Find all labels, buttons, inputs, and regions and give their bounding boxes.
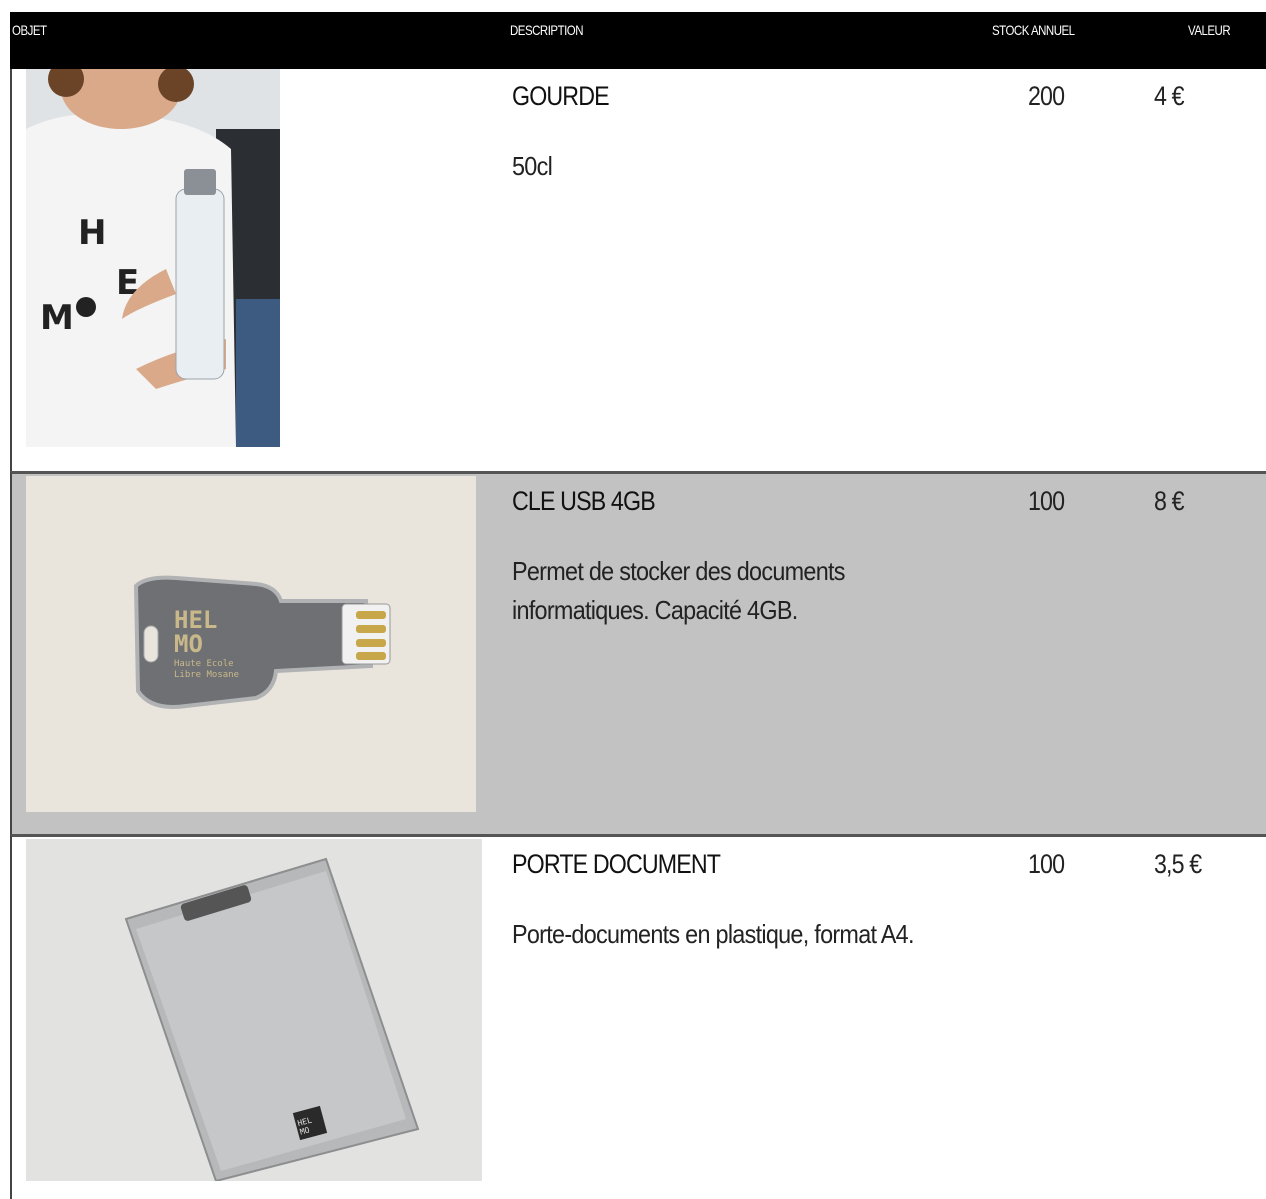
usb-key-photo: HEL MO Haute Ecole Libre Mosane	[26, 476, 476, 812]
item-description: Porte-documents en plastique, format A4.	[512, 919, 914, 949]
clipboard-photo: HEL MO	[26, 839, 482, 1181]
item-stock: 100	[1028, 849, 1065, 879]
item-description: Permet de stocker des documents informat…	[512, 556, 845, 625]
water-bottle-photo: H E M	[26, 69, 280, 447]
item-value: 3,5 €	[1154, 849, 1202, 879]
header-description: DESCRIPTION	[510, 22, 584, 38]
header-object: OBJET	[12, 22, 47, 38]
svg-text:M: M	[40, 298, 74, 338]
item-name: GOURDE	[512, 81, 610, 111]
item-name: CLE USB 4GB	[512, 486, 656, 516]
usb-logo-mo: MO	[174, 630, 203, 658]
header-stock: STOCK ANNUEL	[992, 22, 1075, 38]
header-value: VALEUR	[1188, 22, 1231, 38]
usb-logo-line2: Libre Mosane	[174, 670, 239, 680]
item-value: 8 €	[1154, 486, 1185, 516]
table-header: OBJET DESCRIPTION STOCK ANNUEL VALEUR	[10, 12, 1266, 69]
svg-text:H: H	[78, 213, 106, 253]
item-name: PORTE DOCUMENT	[512, 849, 721, 879]
item-value: 4 €	[1154, 81, 1185, 111]
usb-logo-line1: Haute Ecole	[174, 659, 234, 669]
table-row: HEL MO Haute Ecole Libre Mosane CLE USB …	[10, 471, 1266, 838]
table-row: H E M GOURDE 50cl 200 4 €	[10, 69, 1266, 471]
product-table: OBJET DESCRIPTION STOCK ANNUEL VALEUR H …	[0, 0, 1266, 1199]
item-stock: 200	[1028, 81, 1065, 111]
table-row: HEL MO PORTE DOCUMENT Porte-documents en…	[10, 834, 1266, 1199]
item-stock: 100	[1028, 486, 1065, 516]
item-description: 50cl	[512, 151, 553, 181]
